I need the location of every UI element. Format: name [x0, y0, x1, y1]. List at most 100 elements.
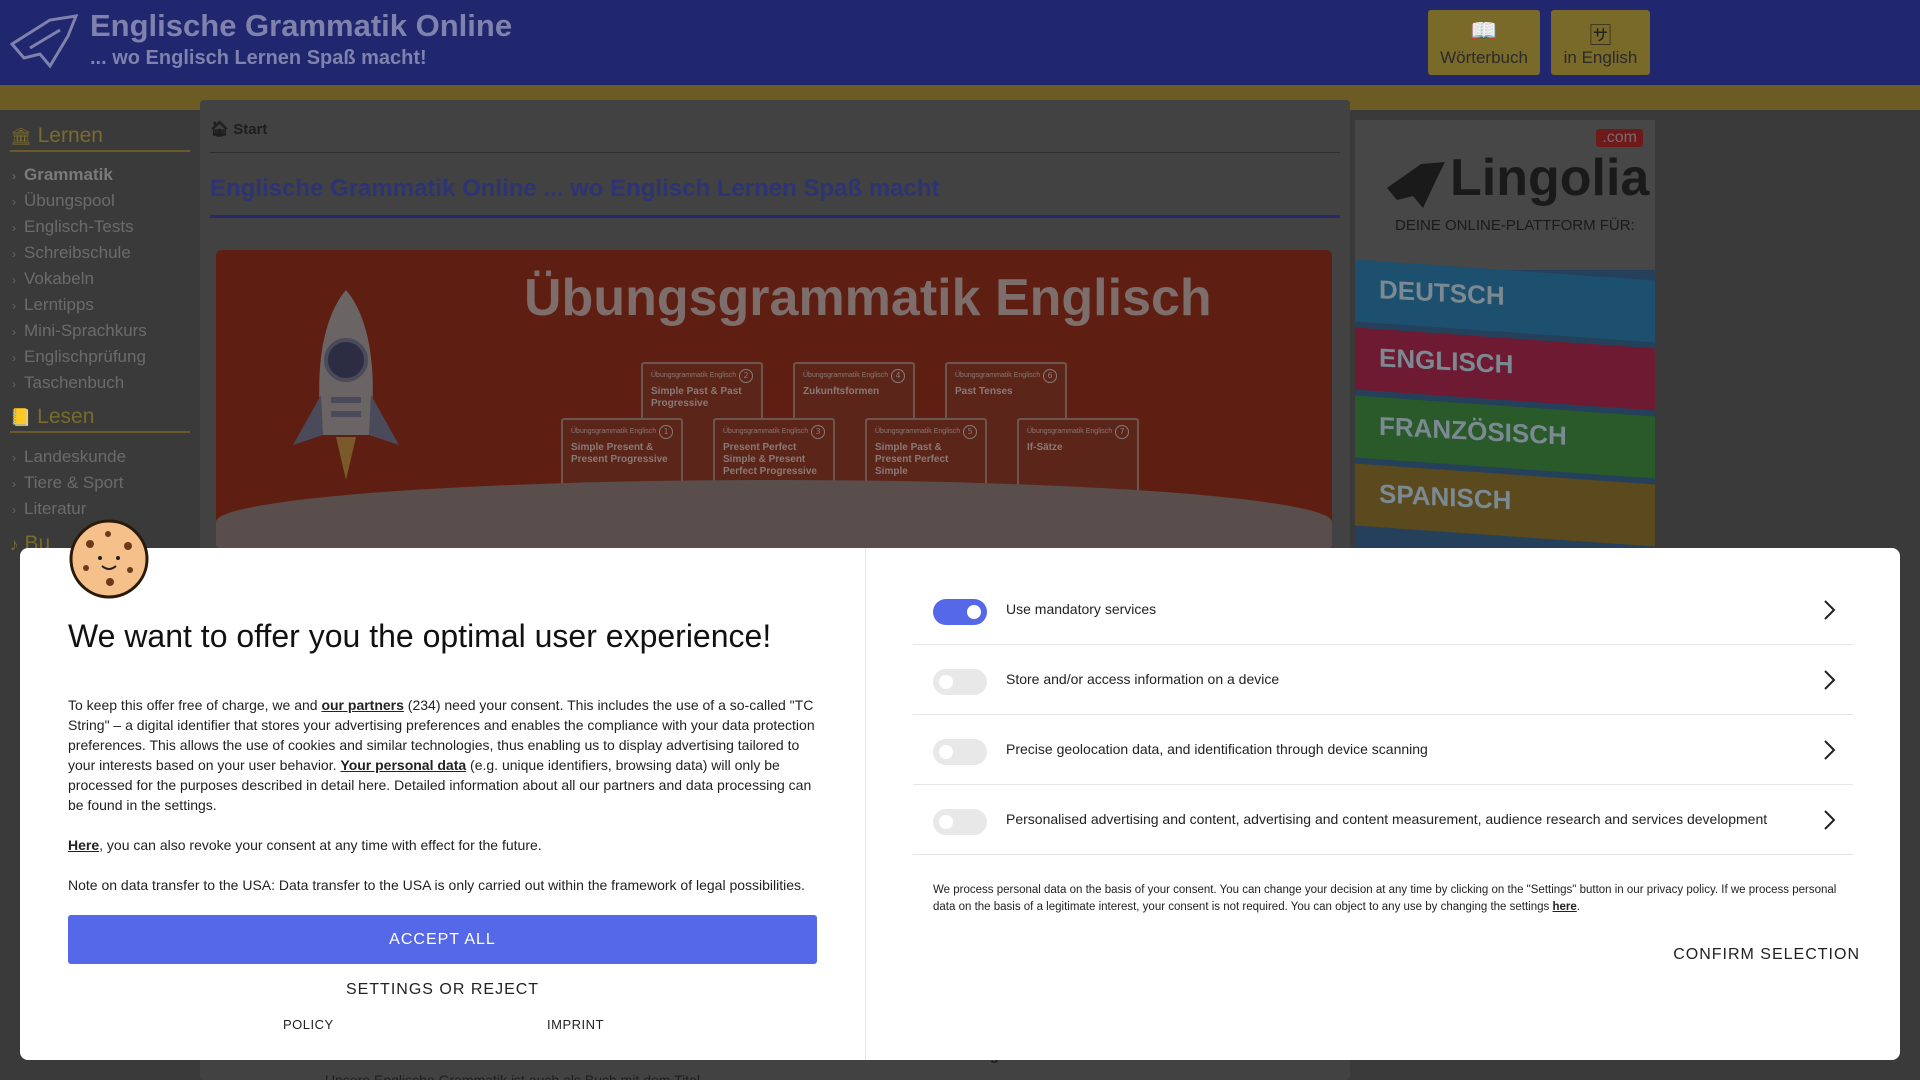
consent-revoke: Here, you can also revoke your consent a… [68, 835, 818, 855]
sidebar-item-grammatik[interactable]: › Grammatik [12, 165, 113, 185]
chevron-right-icon[interactable] [1819, 737, 1839, 763]
book-title: Simple Past & Past Progressive [651, 386, 742, 409]
breadcrumb[interactable]: 🏠︎ Start [210, 120, 267, 138]
cookie-consent-dialog: We want to offer you the optimal user ex… [20, 519, 1900, 1060]
toggle-knob [939, 745, 953, 759]
lingolia-logo-icon[interactable] [10, 14, 80, 70]
imprint-link[interactable]: IMPRINT [547, 1017, 604, 1032]
book-title: Zukunftsformen [803, 386, 880, 397]
chevron-right-icon: › [12, 169, 16, 183]
purpose-toggle[interactable] [933, 739, 987, 765]
book-title: Simple Past & Present Perfect Simple [875, 442, 949, 477]
purpose-row-geolocation[interactable]: Precise geolocation data, and identifica… [913, 715, 1853, 785]
chevron-right-icon: › [12, 325, 16, 339]
english-button[interactable]: 🈂 in English [1551, 10, 1650, 75]
book-series-label: Übungsgrammatik Englisch [723, 428, 809, 435]
revoke-text: , you can also revoke your consent at an… [99, 837, 542, 853]
rocket-illustration-icon [293, 290, 399, 480]
purpose-toggle[interactable] [933, 599, 987, 625]
sidebar-item-lerntipps[interactable]: › Lerntipps [12, 295, 94, 315]
book-number: 4 [891, 369, 905, 383]
chevron-right-icon: › [12, 451, 16, 465]
divider [210, 215, 1340, 218]
grammar-book-banner[interactable]: Übungsgrammatik Englisch Übungsgrammatik… [216, 250, 1332, 550]
ad-language-spanisch[interactable]: SPANISCH [1355, 463, 1655, 547]
site-title[interactable]: Englische Grammatik Online [90, 8, 512, 44]
translate-icon: 🈂 [1589, 23, 1612, 48]
divider [210, 152, 1340, 153]
sidebar-item-mini-sprachkurs[interactable]: › Mini-Sprachkurs [12, 321, 147, 341]
sidebar-item-englischpruefung[interactable]: › Englischprüfung [12, 347, 146, 367]
chevron-right-icon[interactable] [1819, 807, 1839, 833]
purpose-row-advertising[interactable]: Personalised advertising and content, ad… [913, 785, 1853, 855]
chevron-right-icon[interactable] [1819, 667, 1839, 693]
book-series-label: Übungsgrammatik Englisch [955, 372, 1041, 379]
book-number: 3 [811, 425, 825, 439]
chevron-right-icon: › [12, 503, 16, 517]
purpose-toggle[interactable] [933, 669, 987, 695]
ad-tagline: DEINE ONLINE-PLATTFORM FÜR: [1395, 217, 1635, 234]
accept-all-button[interactable]: ACCEPT ALL [68, 915, 817, 964]
book-icon: 📖 [1470, 18, 1498, 43]
book-number: 1 [659, 425, 673, 439]
toggle-knob [939, 675, 953, 689]
personal-data-link[interactable]: Your personal data [340, 757, 466, 773]
cloud-decoration [216, 480, 1332, 550]
ad-language-label: FRANZÖSISCH [1379, 410, 1567, 451]
sidebar-item-uebungspool[interactable]: › Übungspool [12, 191, 115, 211]
sidebar-item-schreibschule[interactable]: › Schreibschule [12, 243, 131, 263]
lingolia-ad[interactable]: .com Lingolia DEINE ONLINE-PLATTFORM FÜR… [1355, 120, 1655, 550]
consent-title: We want to offer you the optimal user ex… [68, 618, 772, 654]
purpose-label: Precise geolocation data, and identifica… [1006, 741, 1428, 757]
legal-note: We process personal data on the basis of… [933, 884, 1837, 913]
chevron-right-icon: › [12, 351, 16, 365]
ad-domain-badge: .com [1596, 129, 1643, 147]
policy-link[interactable]: POLICY [283, 1017, 334, 1032]
partners-link[interactable]: our partners [321, 697, 403, 713]
chevron-right-icon: › [12, 477, 16, 491]
sidebar-item-label: Taschenbuch [24, 373, 125, 392]
chevron-right-icon: › [12, 195, 16, 209]
book-title: Present Perfect Simple & Present Perfect… [723, 442, 817, 477]
settings-or-reject-button[interactable]: SETTINGS OR REJECT [68, 975, 817, 1005]
purpose-row-storage[interactable]: Store and/or access information on a dev… [913, 645, 1853, 715]
revoke-link[interactable]: Here [68, 837, 99, 853]
sidebar-item-label: Vokabeln [24, 269, 94, 288]
chevron-right-icon: › [12, 221, 16, 235]
site-subtitle: ... wo Englisch Lernen Spaß macht! [90, 47, 427, 69]
dictionary-button[interactable]: 📖 Wörterbuch [1428, 10, 1540, 75]
purpose-toggle[interactable] [933, 809, 987, 835]
ad-language-label: DEUTSCH [1379, 274, 1505, 311]
book-series-label: Übungsgrammatik Englisch [875, 428, 961, 435]
sidebar-section-lesen: 📒 Lesen [10, 405, 190, 433]
usa-note: Note on data transfer to the USA: Data t… [68, 877, 805, 893]
sidebar-item-vokabeln[interactable]: › Vokabeln [12, 269, 94, 289]
book-series-label: Übungsgrammatik Englisch [803, 372, 889, 379]
toggle-knob [967, 605, 981, 619]
legal-here-link[interactable]: here [1552, 901, 1576, 913]
sidebar-item-taschenbuch[interactable]: › Taschenbuch [12, 373, 124, 393]
sidebar-item-label: Landeskunde [24, 447, 127, 466]
sidebar-item-label: Übungspool [24, 191, 115, 210]
purpose-label: Use mandatory services [1006, 601, 1157, 617]
book-series-label: Übungsgrammatik Englisch [651, 372, 737, 379]
banner-title: Übungsgrammatik Englisch [524, 269, 1212, 327]
purpose-row-mandatory[interactable]: Use mandatory services [913, 575, 1853, 645]
chevron-right-icon[interactable] [1819, 597, 1839, 623]
confirm-selection-button[interactable]: CONFIRM SELECTION [1620, 940, 1860, 970]
sidebar-item-label: Literatur [24, 499, 87, 518]
section-title: Lernen [37, 124, 103, 147]
sidebar-item-literatur[interactable]: › Literatur [12, 499, 86, 519]
consent-intro-text: To keep this offer free of charge, we an… [68, 697, 322, 713]
ad-language-label: ENGLISCH [1379, 342, 1514, 380]
site-header: Englische Grammatik Online ... wo Englis… [0, 0, 1920, 85]
book-number: 7 [1115, 425, 1129, 439]
breadcrumb-label: Start [233, 121, 268, 138]
chevron-right-icon: › [12, 273, 16, 287]
sidebar-item-landeskunde[interactable]: › Landeskunde [12, 447, 126, 467]
note-icon: ♪ [10, 535, 19, 554]
sidebar-item-englisch-tests[interactable]: › Englisch-Tests [12, 217, 134, 237]
lingolia-bird-icon [1387, 162, 1445, 208]
toggle-knob [939, 815, 953, 829]
sidebar-item-tiere-sport[interactable]: › Tiere & Sport [12, 473, 124, 493]
